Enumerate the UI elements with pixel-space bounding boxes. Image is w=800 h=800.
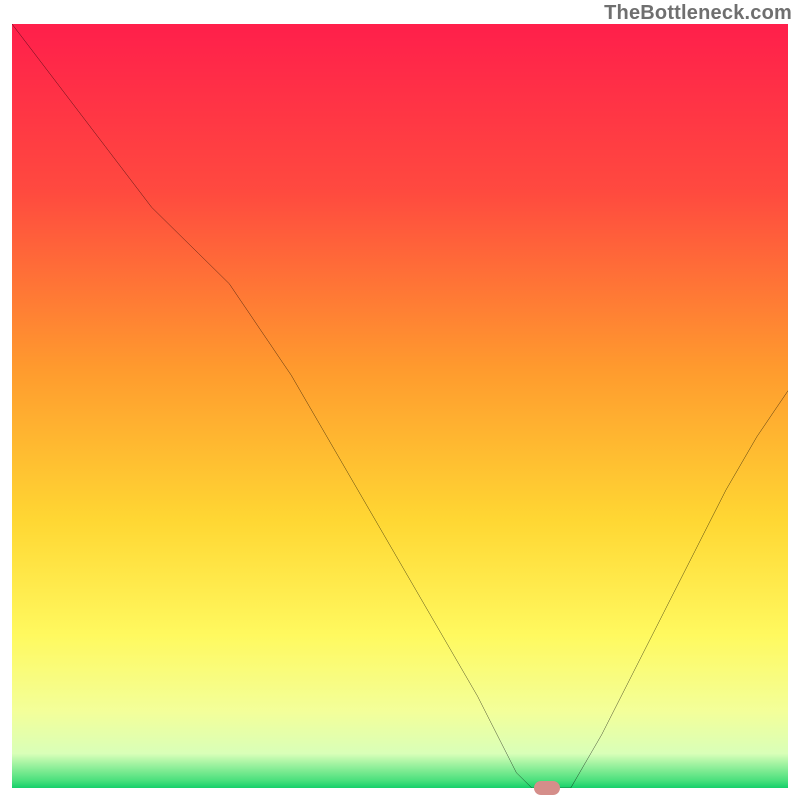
chart-canvas (12, 24, 788, 788)
watermark-text: TheBottleneck.com (604, 2, 792, 25)
chart-stage: TheBottleneck.com (0, 0, 800, 800)
gradient-background (12, 24, 788, 788)
optimum-marker (534, 781, 560, 795)
plot-area (12, 24, 788, 788)
